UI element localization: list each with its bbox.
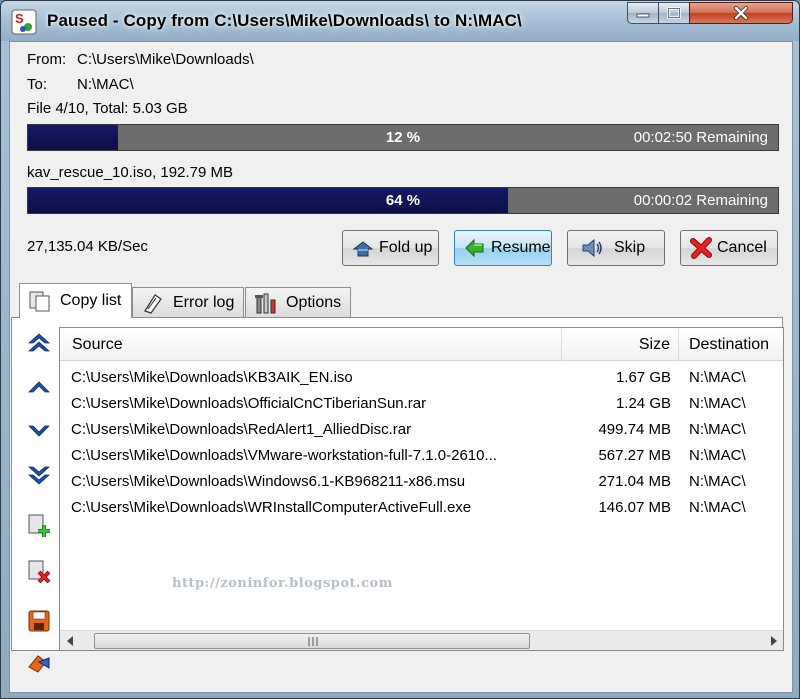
file-count-summary: File 4/10, Total: 5.03 GB xyxy=(27,100,188,117)
cancel-label: Cancel xyxy=(717,239,767,256)
load-list-icon[interactable] xyxy=(26,652,52,674)
fold-up-icon xyxy=(352,241,374,257)
maximize-icon xyxy=(667,7,681,19)
row-destination: N:\MAC\ xyxy=(689,395,746,412)
scroll-left-arrow-icon[interactable] xyxy=(66,636,74,646)
move-up-icon[interactable] xyxy=(26,374,52,400)
current-file-info: kav_rescue_10.iso, 192.79 MB xyxy=(27,164,233,181)
row-source: C:\Users\Mike\Downloads\OfficialCnCTiber… xyxy=(71,395,427,412)
row-size: 499.74 MB xyxy=(598,421,671,438)
row-destination: N:\MAC\ xyxy=(689,421,746,438)
resume-button[interactable]: Resume xyxy=(454,230,552,266)
row-size: 567.27 MB xyxy=(598,447,671,464)
copy-list-panel: Source Size Destination C:\Users\Mike\Do… xyxy=(11,317,784,673)
row-size: 271.04 MB xyxy=(598,473,671,490)
tab-options-label: Options xyxy=(286,293,342,311)
title-bar[interactable]: S Paused - Copy from C:\Users\Mike\Downl… xyxy=(1,1,799,41)
move-to-bottom-icon[interactable] xyxy=(26,462,52,488)
skip-speaker-icon xyxy=(582,238,602,258)
fold-up-label: Fold up xyxy=(379,239,433,256)
table-row[interactable]: C:\Users\Mike\Downloads\Windows6.1-KB968… xyxy=(60,470,783,496)
file-progress-bar: 64 % 00:00:02 Remaining xyxy=(27,187,779,214)
cancel-button[interactable]: Cancel xyxy=(680,230,778,266)
svg-text:S: S xyxy=(15,11,24,26)
tab-copy-list[interactable]: Copy list xyxy=(19,283,132,318)
row-source: C:\Users\Mike\Downloads\VMware-workstati… xyxy=(71,447,497,464)
close-button[interactable] xyxy=(689,2,793,24)
transfer-speed: 27,135.04 KB/Sec xyxy=(27,238,148,255)
total-progress-bar: 12 % 00:02:50 Remaining xyxy=(27,124,779,151)
copy-window: S Paused - Copy from C:\Users\Mike\Downl… xyxy=(0,0,800,699)
horizontal-scroll-thumb[interactable] xyxy=(94,633,530,649)
supercopier-app-icon: S xyxy=(11,9,37,35)
remove-file-icon[interactable] xyxy=(26,558,52,584)
maximize-button[interactable] xyxy=(658,2,690,24)
to-label: To: xyxy=(27,76,48,93)
horizontal-scrollbar[interactable] xyxy=(60,630,783,650)
row-source: C:\Users\Mike\Downloads\WRInstallCompute… xyxy=(71,499,472,516)
from-label: From: xyxy=(27,51,67,68)
skip-button[interactable]: Skip xyxy=(567,230,665,266)
row-destination: N:\MAC\ xyxy=(689,369,746,386)
table-row[interactable]: C:\Users\Mike\Downloads\OfficialCnCTiber… xyxy=(60,392,783,418)
window-title: Paused - Copy from C:\Users\Mike\Downloa… xyxy=(47,11,522,30)
table-row[interactable]: C:\Users\Mike\Downloads\WRInstallCompute… xyxy=(60,496,783,522)
tab-options[interactable]: Options xyxy=(245,287,351,317)
tab-error-log-label: Error log xyxy=(173,293,235,311)
close-icon xyxy=(734,6,748,20)
move-down-icon[interactable] xyxy=(26,418,52,444)
from-path: C:\Users\Mike\Downloads\ xyxy=(77,51,254,68)
resume-arrow-icon xyxy=(465,238,484,258)
column-header-size[interactable]: Size xyxy=(562,328,679,361)
column-header-destination[interactable]: Destination xyxy=(679,328,783,361)
options-tools-icon xyxy=(255,293,276,313)
copy-list-icon xyxy=(29,291,50,312)
skip-label: Skip xyxy=(614,239,646,256)
cancel-x-icon xyxy=(690,237,712,259)
row-size: 1.24 GB xyxy=(615,395,671,412)
tab-copy-list-label: Copy list xyxy=(60,292,122,309)
row-size: 1.67 GB xyxy=(615,369,671,386)
row-source: C:\Users\Mike\Downloads\RedAlert1_Allied… xyxy=(71,421,412,438)
resume-label: Resume xyxy=(491,239,551,256)
minimize-button[interactable] xyxy=(627,2,659,24)
row-size: 146.07 MB xyxy=(598,499,671,516)
save-list-icon[interactable] xyxy=(26,608,52,634)
scroll-right-arrow-icon[interactable] xyxy=(770,636,778,646)
copy-list-table[interactable]: Source Size Destination C:\Users\Mike\Do… xyxy=(59,327,784,651)
move-to-top-icon[interactable] xyxy=(26,330,52,356)
file-time-remaining: 00:00:02 Remaining xyxy=(633,192,768,209)
table-row[interactable]: C:\Users\Mike\Downloads\VMware-workstati… xyxy=(60,444,783,470)
to-path: N:\MAC\ xyxy=(77,76,134,93)
row-source: C:\Users\Mike\Downloads\Windows6.1-KB968… xyxy=(71,473,466,490)
total-time-remaining: 00:02:50 Remaining xyxy=(633,129,768,146)
fold-up-button[interactable]: Fold up xyxy=(342,230,439,266)
row-destination: N:\MAC\ xyxy=(689,473,746,490)
column-header-source[interactable]: Source xyxy=(60,328,562,361)
watermark-url: http://zoninfor.blogspot.com xyxy=(172,576,393,591)
add-file-icon[interactable] xyxy=(26,512,52,538)
list-header: Source Size Destination xyxy=(60,328,783,361)
table-row[interactable]: C:\Users\Mike\Downloads\KB3AIK_EN.iso 1.… xyxy=(60,366,783,392)
row-destination: N:\MAC\ xyxy=(689,499,746,516)
row-destination: N:\MAC\ xyxy=(689,447,746,464)
tab-error-log[interactable]: Error log xyxy=(132,287,244,317)
row-source: C:\Users\Mike\Downloads\KB3AIK_EN.iso xyxy=(71,369,353,386)
minimize-icon xyxy=(636,13,650,18)
error-log-icon xyxy=(144,293,162,314)
scroll-grip-icon xyxy=(308,637,318,646)
table-row[interactable]: C:\Users\Mike\Downloads\RedAlert1_Allied… xyxy=(60,418,783,444)
